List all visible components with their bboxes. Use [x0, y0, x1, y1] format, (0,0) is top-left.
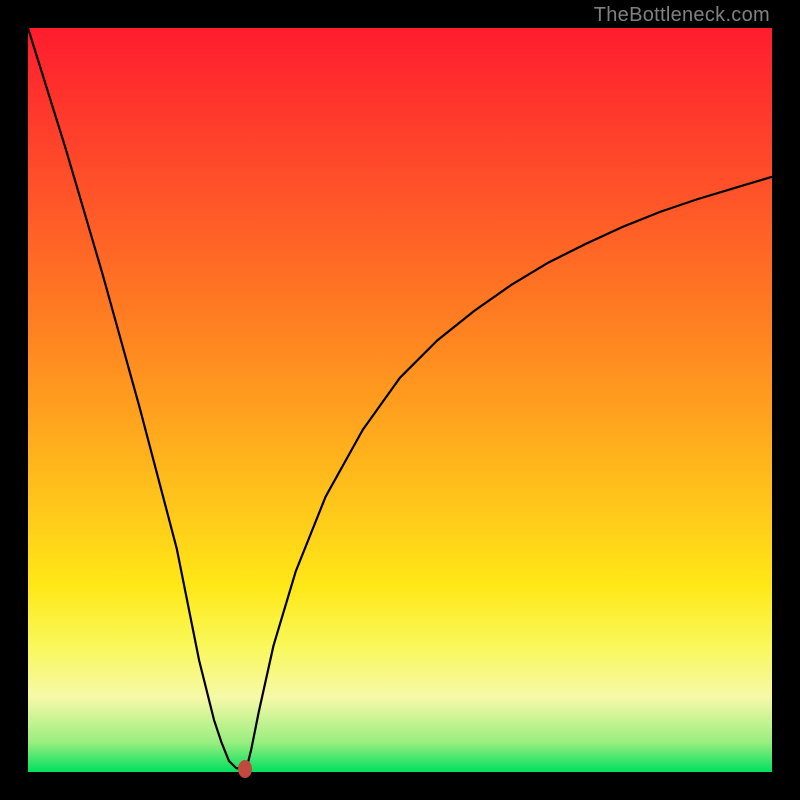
bottleneck-curve-path	[28, 28, 772, 768]
chart-frame: TheBottleneck.com	[0, 0, 800, 800]
minimum-marker	[238, 760, 252, 778]
watermark-text: TheBottleneck.com	[594, 4, 770, 27]
curve-svg	[28, 28, 772, 772]
plot-area	[28, 28, 772, 772]
